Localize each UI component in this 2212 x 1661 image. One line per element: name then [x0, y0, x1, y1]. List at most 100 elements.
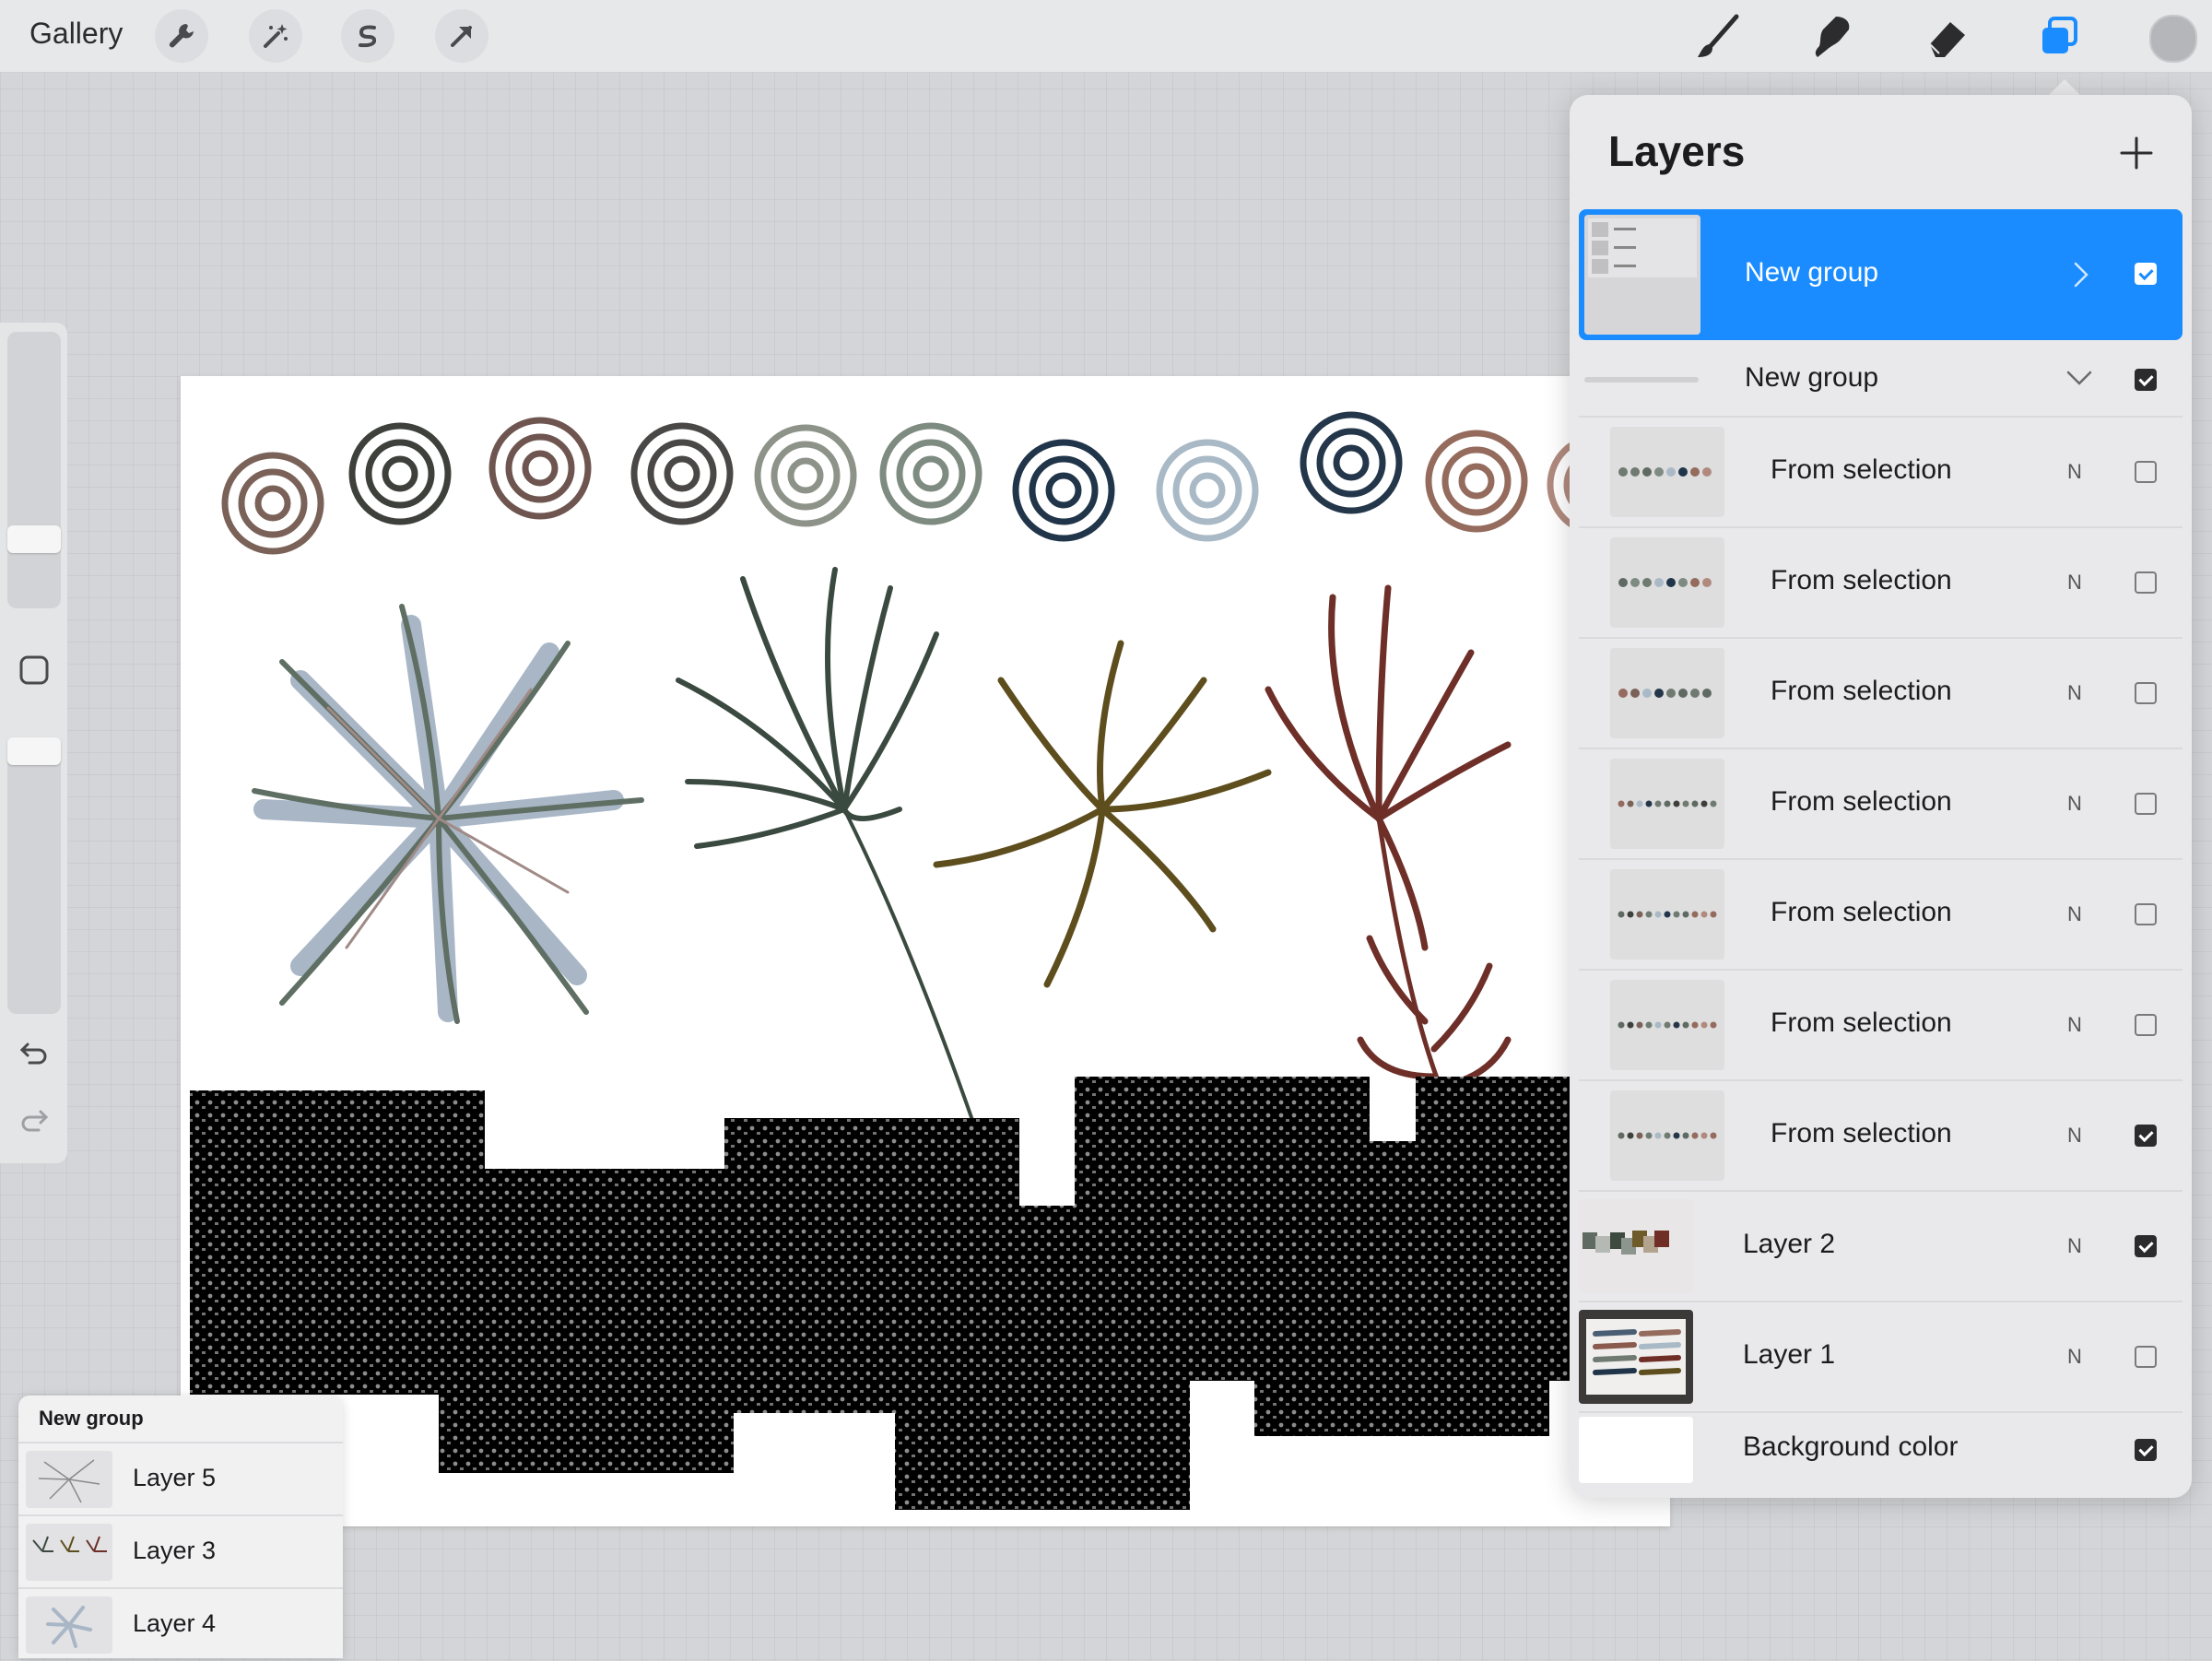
- left-sidebar: [0, 323, 67, 1163]
- brush-size-handle[interactable]: [7, 525, 61, 553]
- magic-wand-icon[interactable]: [249, 9, 302, 63]
- visibility-checkbox[interactable]: [2135, 793, 2157, 815]
- flower-rust: [1265, 584, 1512, 1098]
- layer-thumbnail: [1579, 1199, 1693, 1293]
- layer-thumbnail: [1579, 1310, 1693, 1404]
- layer-name: Layer 1: [1743, 1339, 1836, 1370]
- popup-layer-name: Layer 4: [133, 1609, 217, 1637]
- layer-name: From selection: [1771, 454, 1952, 485]
- group-preview-popup: New group Layer 5 Layer 3 Layer 4: [18, 1396, 343, 1658]
- layer-row[interactable]: From selection N: [1579, 749, 2183, 860]
- texture-blocks: [190, 1077, 1670, 1510]
- layer-row[interactable]: From selection N: [1579, 860, 2183, 971]
- popup-layer-row[interactable]: Layer 5: [18, 1442, 343, 1515]
- layer-name: From selection: [1771, 1118, 1952, 1149]
- layer-thumbnail: [26, 1596, 112, 1654]
- panel-pointer: [2048, 79, 2081, 96]
- layer-name: From selection: [1771, 786, 1952, 817]
- transform-arrow-icon[interactable]: [435, 9, 488, 63]
- visibility-checkbox[interactable]: [2135, 1125, 2157, 1147]
- layer-row[interactable]: From selection N: [1579, 971, 2183, 1081]
- blend-mode[interactable]: N: [2067, 681, 2082, 705]
- brush-size-slider[interactable]: [7, 332, 61, 608]
- layer-thumbnail: [1610, 980, 1724, 1070]
- layers-title: Layers: [1608, 127, 1746, 175]
- layer-row[interactable]: From selection N: [1579, 418, 2183, 528]
- layer-thumbnail: [26, 1524, 112, 1581]
- layer-name: From selection: [1771, 897, 1952, 927]
- blend-mode[interactable]: N: [2067, 902, 2082, 926]
- layer-thumbnail: [1610, 537, 1724, 628]
- layer-thumbnail: [1610, 759, 1724, 849]
- undo-icon[interactable]: [18, 1037, 50, 1068]
- layer-row[interactable]: From selection N: [1579, 528, 2183, 639]
- layer-thumbnail: [1610, 648, 1724, 738]
- visibility-checkbox[interactable]: [2135, 263, 2157, 285]
- layer-thumbnail: [1610, 427, 1724, 517]
- visibility-checkbox[interactable]: [2135, 1235, 2157, 1257]
- drawing-canvas[interactable]: [181, 376, 1670, 1526]
- smudge-icon[interactable]: [1806, 11, 1858, 63]
- layer-name: Background color: [1743, 1431, 1959, 1462]
- layers-icon[interactable]: [2033, 11, 2085, 63]
- visibility-checkbox[interactable]: [2135, 903, 2157, 925]
- modify-square-button[interactable]: [18, 654, 50, 686]
- blend-mode[interactable]: N: [2067, 1013, 2082, 1037]
- visibility-checkbox[interactable]: [2135, 1439, 2157, 1461]
- opacity-handle[interactable]: [7, 737, 61, 765]
- chevron-down-icon[interactable]: [2065, 368, 2093, 391]
- layer-thumbnail: [1584, 215, 1700, 335]
- layer-name: Layer 2: [1743, 1229, 1836, 1259]
- blend-mode[interactable]: N: [2067, 460, 2082, 484]
- background-swatch[interactable]: [1579, 1417, 1693, 1483]
- blend-mode[interactable]: N: [2067, 1345, 2082, 1369]
- popup-layer-name: Layer 3: [133, 1537, 217, 1564]
- layer-thumbnail: [26, 1451, 112, 1508]
- background-color-row[interactable]: Background color: [1579, 1413, 2183, 1487]
- layer-row[interactable]: Layer 1 N: [1579, 1302, 2183, 1413]
- visibility-checkbox[interactable]: [2135, 1014, 2157, 1036]
- layer-row[interactable]: From selection N: [1579, 639, 2183, 749]
- layer-thumbnail: [1610, 1090, 1724, 1181]
- layer-row[interactable]: From selection N: [1579, 1081, 2183, 1192]
- layer-thumbnail: [1610, 869, 1724, 960]
- layer-name: New group: [1745, 362, 1879, 393]
- popup-title: New group: [39, 1407, 144, 1430]
- visibility-checkbox[interactable]: [2135, 571, 2157, 594]
- layer-name: From selection: [1771, 565, 1952, 595]
- visibility-checkbox[interactable]: [2135, 369, 2157, 391]
- layer-name: New group: [1745, 257, 1879, 288]
- color-swatch[interactable]: [2149, 15, 2197, 63]
- wrench-icon[interactable]: [155, 9, 208, 63]
- blend-mode[interactable]: N: [2067, 1234, 2082, 1258]
- popup-layer-name: Layer 5: [133, 1464, 217, 1491]
- layer-name: From selection: [1771, 676, 1952, 706]
- selection-s-icon[interactable]: [341, 9, 394, 63]
- flower-olive: [933, 640, 1272, 988]
- blend-mode[interactable]: N: [2067, 571, 2082, 595]
- eraser-icon[interactable]: [1921, 11, 1972, 63]
- layer-row-group-selected[interactable]: New group: [1579, 209, 2183, 340]
- visibility-checkbox[interactable]: [2135, 682, 2157, 704]
- top-toolbar: Gallery: [0, 0, 2212, 73]
- layer-row-group[interactable]: New group: [1579, 344, 2183, 418]
- layers-panel: Layers New group New group From selectio…: [1570, 95, 2192, 1498]
- gallery-button[interactable]: Gallery: [29, 17, 123, 51]
- opacity-slider[interactable]: [7, 737, 61, 1014]
- flower-dark-green: [676, 567, 975, 1125]
- blend-mode[interactable]: N: [2067, 792, 2082, 816]
- plus-icon[interactable]: [2115, 132, 2158, 174]
- popup-layer-row[interactable]: Layer 3: [18, 1514, 343, 1588]
- layer-row[interactable]: Layer 2 N: [1579, 1192, 2183, 1302]
- visibility-checkbox[interactable]: [2135, 461, 2157, 483]
- popup-layer-row[interactable]: Layer 4: [18, 1587, 343, 1661]
- redo-icon[interactable]: [18, 1104, 50, 1136]
- color-circles: [221, 411, 1650, 555]
- brush-icon[interactable]: [1692, 11, 1744, 63]
- visibility-checkbox[interactable]: [2135, 1346, 2157, 1368]
- flower-blue-grey: [252, 604, 644, 1024]
- layer-name: From selection: [1771, 1007, 1952, 1038]
- chevron-right-icon[interactable]: [2070, 261, 2092, 293]
- blend-mode[interactable]: N: [2067, 1124, 2082, 1148]
- group-bar: [1584, 377, 1699, 383]
